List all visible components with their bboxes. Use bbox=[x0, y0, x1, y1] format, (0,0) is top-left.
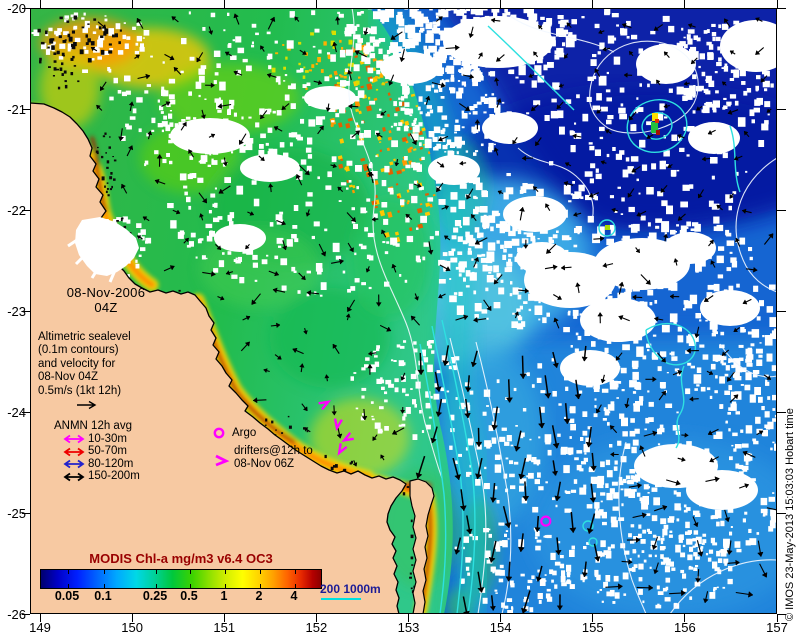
lat-tick-label: -20 bbox=[7, 1, 26, 16]
lon-tick bbox=[223, 0, 225, 8]
colorbar-title: MODIS Chl-a mg/m3 v6.4 OC3 bbox=[89, 551, 273, 566]
lon-tick-label: 153 bbox=[397, 620, 420, 635]
depth-arrow-icon bbox=[63, 447, 85, 456]
anmn-legend: ANMN 12h avg 10-30m 50-70m 80-120m 150-200m bbox=[54, 420, 140, 483]
lon-tick bbox=[131, 0, 133, 8]
lon-tick bbox=[500, 0, 502, 8]
lon-tick bbox=[408, 0, 409, 8]
argo-legend-label: Argo bbox=[232, 427, 257, 439]
anmn-row: 150-200m bbox=[54, 470, 140, 484]
lon-tick bbox=[39, 0, 41, 8]
lat-tick-label: -24 bbox=[7, 405, 26, 420]
depth-range-label: 50-70m bbox=[88, 445, 127, 458]
colorbar-tick bbox=[295, 570, 296, 574]
colorbar-tick-label: 0.1 bbox=[94, 589, 112, 603]
altimetric-note-line: 08-Nov 04Z bbox=[38, 371, 99, 384]
colorbar-tick bbox=[190, 584, 191, 588]
lat-tick-label: -21 bbox=[7, 102, 26, 117]
colorbar-tick bbox=[295, 584, 296, 588]
depth-arrow-icon bbox=[63, 472, 85, 482]
drifters-legend-line1: drifters@12h to bbox=[234, 445, 313, 457]
lon-tick bbox=[684, 0, 686, 8]
colorbar-tick bbox=[156, 584, 157, 588]
lat-tick-label: -26 bbox=[7, 607, 26, 622]
lon-tick bbox=[592, 0, 594, 8]
lon-tick-label: 154 bbox=[489, 620, 512, 635]
colorbar-tick bbox=[104, 570, 105, 574]
bathymetry-scale-label: 200 1000m bbox=[320, 582, 381, 596]
colorbar-tick bbox=[225, 570, 226, 574]
lat-tick-label: -22 bbox=[7, 203, 26, 218]
drifter-marker-icon bbox=[215, 454, 230, 467]
colorbar-tick bbox=[68, 570, 69, 574]
altimetric-note: Altimetric sealevel (0.1m contours) and ve… bbox=[38, 331, 131, 398]
altimetric-note-line: and velocity for bbox=[38, 357, 116, 370]
colorbar-tick-label: 1 bbox=[220, 589, 228, 603]
altimetric-note-line: Altimetric sealevel bbox=[38, 331, 131, 343]
argo-marker-icon bbox=[213, 427, 225, 439]
depth-range-label: 80-120m bbox=[88, 457, 134, 470]
colorbar-tick-label: 2 bbox=[255, 589, 263, 603]
lat-tick bbox=[777, 108, 786, 110]
lat-tick bbox=[777, 209, 786, 211]
colorbar-tick-label: 0.05 bbox=[54, 589, 80, 603]
velocity-reference-arrow-icon bbox=[74, 398, 102, 416]
lon-tick-label: 151 bbox=[213, 620, 236, 635]
colorbar-tick bbox=[225, 584, 226, 588]
depth-arrow-icon bbox=[63, 434, 85, 444]
anmn-row: 10-30m bbox=[54, 433, 140, 446]
lon-tick-label: 155 bbox=[581, 620, 604, 635]
lat-tick-label: -23 bbox=[7, 304, 26, 319]
colorbar-tick bbox=[260, 570, 261, 574]
lat-tick bbox=[777, 7, 786, 9]
colorbar-tick-label: 0.5 bbox=[180, 589, 198, 603]
altimetric-note-line: 0.5m/s (1kt 12h) bbox=[38, 384, 122, 397]
lon-tick-label: 156 bbox=[674, 620, 696, 635]
bathymetry-scale-line bbox=[321, 598, 361, 600]
anmn-legend-title: ANMN 12h avg bbox=[54, 420, 132, 432]
colorbar-tick bbox=[190, 570, 191, 574]
altimetric-note-line: (0.1m contours) bbox=[38, 344, 119, 357]
colorbar-tick bbox=[68, 584, 69, 588]
colorbar-tick bbox=[260, 584, 261, 588]
colorbar-tick-label: 4 bbox=[290, 589, 298, 603]
map-date-label: 08-Nov-2006 04Z bbox=[66, 285, 146, 315]
argo-legend: Argo bbox=[212, 426, 256, 440]
drifters-legend-line2: 08-Nov 06Z bbox=[234, 458, 295, 470]
lon-tick bbox=[315, 0, 317, 8]
lon-tick-label: 149 bbox=[29, 620, 51, 635]
lat-tick-label: -25 bbox=[7, 506, 26, 521]
depth-range-label: 150-200m bbox=[88, 470, 140, 483]
anmn-row: 80-120m bbox=[54, 458, 140, 471]
imos-credit-text: © IMOS 23-May-2013 15:03:03 Hobart time bbox=[784, 408, 796, 621]
lat-tick bbox=[777, 310, 786, 312]
colorbar-tick bbox=[156, 570, 157, 574]
drifters-legend: drifters@12h to 08-Nov 06Z bbox=[214, 445, 313, 471]
lon-tick-label: 150 bbox=[121, 620, 143, 635]
colorbar-tick bbox=[104, 584, 105, 588]
lon-tick-label: 152 bbox=[305, 620, 328, 635]
depth-arrow-icon bbox=[63, 460, 85, 469]
anmn-row: 50-70m bbox=[54, 445, 140, 458]
depth-range-label: 10-30m bbox=[88, 432, 127, 445]
lon-tick-label: 157 bbox=[766, 620, 788, 635]
chlorophyll-colorbar bbox=[40, 569, 322, 589]
ocean-current-map-figure: 08-Nov-2006 04Z Altimetric sealevel (0.1m… bbox=[0, 0, 800, 640]
